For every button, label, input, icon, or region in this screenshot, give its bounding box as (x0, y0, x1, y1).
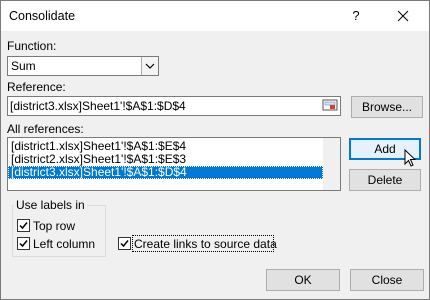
list-scrollbar[interactable] (323, 138, 340, 190)
all-references-label: All references: (7, 122, 84, 136)
all-references-list[interactable]: [district1.xlsx]Sheet1'!$A$1:$E$4 [distr… (7, 137, 341, 191)
create-links-label: Create links to source data (134, 237, 277, 251)
dialog-title: Consolidate (9, 9, 76, 23)
reference-input[interactable]: [district3.xlsx]Sheet1'!$A$1:$D$4 (7, 96, 341, 116)
create-links-checkbox[interactable] (118, 237, 131, 250)
title-bar: Consolidate ? (1, 1, 429, 31)
close-button[interactable]: Close (350, 269, 424, 291)
reference-label: Reference: (7, 80, 66, 94)
delete-button[interactable]: Delete (349, 169, 421, 191)
browse-button[interactable]: Browse... (351, 96, 423, 118)
collapse-dialog-icon[interactable] (322, 98, 339, 113)
reference-value: [district3.xlsx]Sheet1'!$A$1:$D$4 (10, 99, 186, 113)
left-column-checkbox[interactable] (17, 237, 30, 250)
consolidate-dialog: Consolidate ? Function: Sum Reference: [… (0, 0, 430, 300)
function-value: Sum (11, 59, 36, 73)
close-icon[interactable] (393, 7, 413, 25)
function-select[interactable]: Sum (7, 56, 159, 76)
ok-button[interactable]: OK (266, 269, 340, 291)
left-column-label: Left column (33, 237, 96, 251)
top-row-checkbox[interactable] (17, 219, 30, 232)
chevron-down-icon[interactable] (141, 57, 158, 75)
function-label: Function: (7, 39, 57, 53)
use-labels-title: Use labels in (14, 198, 87, 212)
top-row-label: Top row (33, 219, 76, 233)
help-button[interactable]: ? (347, 7, 365, 25)
list-item-selected[interactable]: [district3.xlsx]Sheet1'!$A$1:$D$4 (8, 166, 323, 179)
